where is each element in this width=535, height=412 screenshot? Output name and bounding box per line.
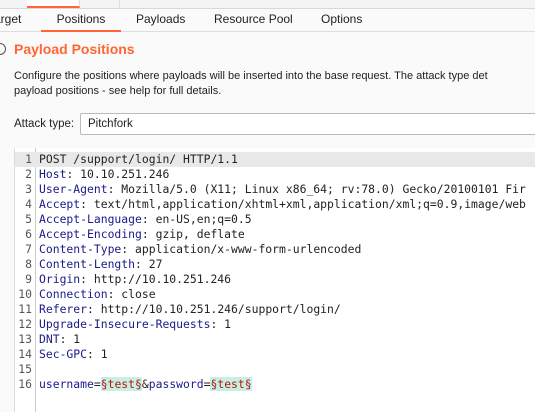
request-tab-active[interactable] (27, 0, 80, 8)
header-value: : 27 (135, 257, 163, 271)
line-number: 16 (18, 377, 32, 391)
payload-marker[interactable]: §test§ (100, 377, 142, 391)
line-number: 3 (25, 182, 32, 196)
section-title: Payload Positions (14, 41, 135, 57)
request-line: 15 (15, 362, 535, 377)
header-value: : application/x-www-form-urlencoded (121, 242, 362, 256)
header-value: : gzip, deflate (141, 227, 245, 241)
line-content: POST /support/login/ HTTP/1.1 (39, 152, 238, 167)
attack-type-select[interactable]: Pitchfork (80, 113, 535, 135)
request-line: 7 Content-Type: application/x-www-form-ur… (15, 242, 535, 257)
request-line: 5 Accept-Language: en-US,en;q=0.5 (15, 212, 535, 227)
description-line: payload positions - see help for full de… (14, 85, 222, 97)
intruder-tabs: Target Positions Payloads Resource Pool … (0, 9, 535, 32)
request-line: 8 Content-Length: 27 (15, 257, 535, 272)
request-line: 2 Host: 10.10.251.246 (15, 167, 535, 182)
line-number: 8 (25, 257, 32, 271)
tab-resource-pool[interactable]: Resource Pool (214, 9, 293, 32)
param-name: username (39, 377, 94, 391)
request-line: 11 Referer: http://10.10.251.246/support/… (15, 302, 535, 317)
line-number: 14 (18, 347, 32, 361)
line-number: 2 (25, 167, 32, 181)
equals: = (93, 377, 101, 391)
tab-target[interactable]: Target (0, 9, 21, 32)
line-content: Sec-GPC: 1 (39, 347, 108, 362)
header-name: Content-Length (39, 257, 136, 271)
line-number: 4 (25, 197, 32, 211)
request-line: 14 Sec-GPC: 1 (15, 347, 535, 362)
header-name: Accept (39, 197, 81, 211)
request-line: 3 User-Agent: Mozilla/5.0 (X11; Linux x86… (15, 182, 535, 197)
line-content: Content-Type: application/x-www-form-url… (39, 242, 361, 257)
line-content: username=§test§&password=§test§ (39, 377, 252, 392)
header-value: : close (107, 287, 156, 301)
header-name: User-Agent (39, 182, 108, 196)
payload-positions-panel: Payload Positions Configure the position… (0, 32, 535, 412)
line-number: 5 (25, 212, 32, 226)
header-value: : en-US,en;q=0.5 (141, 212, 252, 226)
header-value: : text/html,application/xhtml+xml,applic… (80, 197, 526, 211)
header-value: : 1 (87, 347, 108, 361)
tab-options[interactable]: Options (321, 9, 362, 32)
header-name: Upgrade-Insecure-Requests (39, 317, 211, 331)
line-number: 12 (18, 317, 32, 331)
header-value: : http://10.10.251.246/support/login/ (87, 302, 341, 316)
line-number: 7 (25, 242, 32, 256)
request-line: 16 username=§test§&password=§test§ (15, 377, 535, 392)
header-name: Host (39, 167, 67, 181)
attack-type-label: Attack type: (14, 118, 75, 130)
line-content: Host: 10.10.251.246 (39, 167, 169, 182)
header-value: : http://10.10.251.246 (80, 272, 232, 286)
line-number: 15 (18, 362, 32, 376)
header-name: Accept-Language (39, 212, 142, 226)
line-content: Connection: close (39, 287, 156, 302)
request-tab[interactable] (80, 0, 120, 8)
line-number: 11 (18, 302, 32, 316)
line-number: 6 (25, 227, 32, 241)
request-line: 1 POST /support/login/ HTTP/1.1 (15, 152, 535, 167)
line-content: Accept-Language: en-US,en;q=0.5 (39, 212, 252, 227)
line-number: 10 (18, 287, 32, 301)
request-tabs-strip (0, 0, 535, 9)
line-content: Origin: http://10.10.251.246 (39, 272, 231, 287)
header-value: : Mozilla/5.0 (X11; Linux x86_64; rv:78.… (107, 182, 526, 196)
header-name: Accept-Encoding (39, 227, 142, 241)
ampersand: & (141, 377, 149, 391)
param-name: password (148, 377, 204, 391)
request-text: POST /support/login/ HTTP/1.1 (39, 152, 238, 166)
header-name: Connection (39, 287, 108, 301)
line-content: Content-Length: 27 (39, 257, 162, 272)
header-value: : 1 (210, 317, 232, 331)
header-value: : 1 (59, 332, 81, 346)
header-name: Origin (39, 272, 81, 286)
section-description: Configure the positions where payloads w… (14, 69, 535, 99)
tab-positions[interactable]: Positions (41, 9, 121, 32)
header-name: DNT (39, 332, 60, 346)
line-content: User-Agent: Mozilla/5.0 (X11; Linux x86_… (39, 182, 526, 197)
header-name: Sec-GPC (39, 347, 88, 361)
request-line: 9 Origin: http://10.10.251.246 (15, 272, 535, 287)
request-line: 10 Connection: close (15, 287, 535, 302)
header-name: Referer (39, 302, 88, 316)
request-line: 4 Accept: text/html,application/xhtml+xml… (15, 197, 535, 212)
line-content: DNT: 1 (39, 332, 80, 347)
line-content: Accept: text/html,application/xhtml+xml,… (39, 197, 526, 212)
line-content: Upgrade-Insecure-Requests: 1 (39, 317, 231, 332)
line-number: 13 (18, 332, 32, 346)
request-line: 6 Accept-Encoding: gzip, deflate (15, 227, 535, 242)
tab-payloads[interactable]: Payloads (136, 9, 185, 32)
header-value: : 10.10.251.246 (66, 167, 170, 181)
request-editor[interactable]: 1 POST /support/login/ HTTP/1.1 2 Host: 10.… (14, 148, 535, 412)
description-line: Configure the positions where payloads w… (14, 70, 488, 82)
line-content: Referer: http://10.10.251.246/support/lo… (39, 302, 341, 317)
request-line: 13 DNT: 1 (15, 332, 535, 347)
header-name: Content-Type (39, 242, 122, 256)
request-line: 12 Upgrade-Insecure-Requests: 1 (15, 317, 535, 332)
line-number: 1 (25, 152, 32, 166)
help-icon[interactable] (0, 43, 6, 55)
line-content: Accept-Encoding: gzip, deflate (39, 227, 245, 242)
line-number: 9 (25, 272, 32, 286)
payload-marker[interactable]: §test§ (210, 377, 252, 391)
